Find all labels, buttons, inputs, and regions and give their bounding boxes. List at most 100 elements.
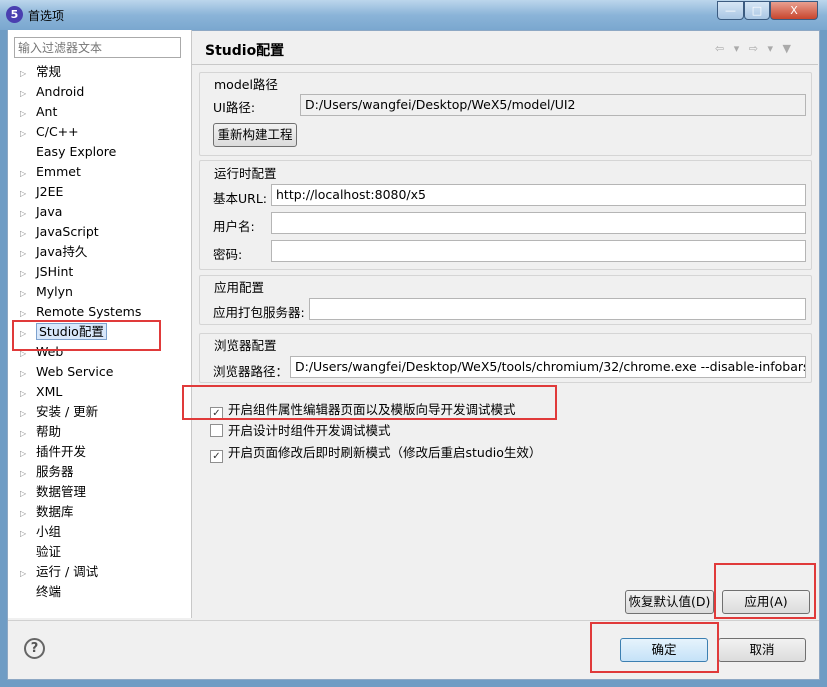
expand-arrow-icon[interactable]: ▷ [20, 445, 36, 463]
expand-arrow-icon[interactable]: ▷ [20, 465, 36, 483]
divider [192, 64, 818, 65]
expand-arrow-icon[interactable]: ▷ [20, 225, 36, 243]
tree-item-label: C/C++ [36, 124, 79, 139]
browser-path-label: 浏览器路径： [213, 364, 289, 379]
checkbox-icon[interactable] [210, 424, 223, 437]
expand-arrow-icon[interactable]: ▷ [20, 85, 36, 103]
expand-arrow-icon[interactable]: ▷ [20, 125, 36, 143]
tree-item[interactable]: ▷ 安装 / 更新 [20, 403, 98, 421]
tree-item-label: Java [36, 204, 63, 219]
tree-item[interactable]: ▷ 插件开发 [20, 443, 86, 461]
username-label: 用户名: [213, 219, 255, 234]
rebuild-project-button[interactable]: 重新构建工程 [213, 123, 297, 147]
tree-item[interactable]: ▷ 数据管理 [20, 483, 86, 501]
base-url-label: 基本URL: [213, 191, 268, 206]
expand-arrow-icon[interactable]: ▷ [20, 425, 36, 443]
tree-item-label: 验证 [36, 544, 62, 559]
checkbox-live-refresh[interactable]: ✓ 开启页面修改后即时刷新模式（修改后重启studio生效） [210, 442, 541, 463]
expand-arrow-icon[interactable]: ▷ [20, 185, 36, 203]
close-button[interactable]: X [770, 1, 818, 20]
highlight-box [714, 563, 816, 619]
tree-item[interactable]: ▷ Java持久 [20, 243, 87, 261]
checkbox-label: 开启页面修改后即时刷新模式（修改后重启studio生效） [228, 445, 542, 460]
tree-item[interactable]: 验证 [20, 543, 61, 561]
tree-item-label: Easy Explore [36, 144, 117, 159]
expand-arrow-icon[interactable]: ▷ [20, 365, 36, 383]
expand-arrow-icon[interactable]: ▷ [20, 505, 36, 523]
tree-item-label: J2EE [36, 184, 64, 199]
window-title: 首选项 [28, 9, 65, 23]
maximize-button[interactable]: □ [744, 1, 770, 20]
cancel-button[interactable]: 取消 [718, 638, 806, 662]
expand-arrow-icon[interactable]: ▷ [20, 265, 36, 283]
password-input[interactable] [271, 240, 806, 262]
minimize-button[interactable]: — [717, 1, 744, 20]
navigation-arrows-icon[interactable]: ⇦ ▾ ⇨ ▾ ▼ [715, 42, 794, 55]
tree-item[interactable]: ▷ XML [20, 383, 62, 401]
tree-item-label: 帮助 [36, 424, 62, 439]
pack-server-input[interactable] [309, 298, 806, 320]
browser-path-input[interactable]: D:/Users/wangfei/Desktop/WeX5/tools/chro… [290, 356, 806, 378]
checkbox-design-debug[interactable]: 开启设计时组件开发调试模式 [210, 420, 391, 439]
title-bar: 5 首选项 — □ X [0, 0, 827, 30]
tree-item-label: JavaScript [36, 224, 99, 239]
expand-arrow-icon[interactable]: ▷ [20, 485, 36, 503]
group-label: 运行时配置 [214, 166, 277, 181]
tree-item[interactable]: ▷ 帮助 [20, 423, 61, 441]
help-icon[interactable]: ? [24, 638, 45, 659]
tree-item-label: JSHint [36, 264, 74, 279]
group-label: 应用配置 [214, 280, 265, 295]
tree-item[interactable]: ▷ Remote Systems [20, 303, 141, 321]
tree-item-label: 数据库 [36, 504, 74, 519]
tree-item[interactable]: ▷ JavaScript [20, 223, 99, 241]
password-label: 密码: [213, 247, 243, 262]
tree-item-label: Ant [36, 104, 58, 119]
ui-path-field[interactable]: D:/Users/wangfei/Desktop/WeX5/model/UI2 [300, 94, 806, 116]
expand-arrow-icon[interactable]: ▷ [20, 285, 36, 303]
tree-item[interactable]: Easy Explore [20, 143, 116, 161]
username-input[interactable] [271, 212, 806, 234]
tree-item-label: XML [36, 384, 63, 399]
expand-arrow-icon[interactable]: ▷ [20, 205, 36, 223]
filter-input[interactable] [14, 37, 181, 58]
tree-item[interactable]: ▷ Web Service [20, 363, 113, 381]
tree-item[interactable]: ▷ Mylyn [20, 283, 73, 301]
tree-item[interactable]: ▷ 常规 [20, 63, 61, 81]
tree-item-label: 插件开发 [36, 444, 87, 459]
expand-arrow-icon[interactable]: ▷ [20, 525, 36, 543]
tree-item[interactable]: ▷ Ant [20, 103, 57, 121]
tree-item[interactable]: ▷ J2EE [20, 183, 63, 201]
tree-item[interactable]: ▷ Java [20, 203, 62, 221]
expand-arrow-icon[interactable]: ▷ [20, 565, 36, 583]
expand-arrow-icon[interactable]: ▷ [20, 105, 36, 123]
tree-item[interactable]: 终端 [20, 583, 61, 601]
tree-item[interactable]: ▷ Emmet [20, 163, 81, 181]
tree-item-label: Remote Systems [36, 304, 142, 319]
tree-item-label: 小组 [36, 524, 62, 539]
expand-arrow-icon[interactable]: ▷ [20, 165, 36, 183]
expand-arrow-icon[interactable]: ▷ [20, 65, 36, 83]
tree-item-label: 常规 [36, 64, 62, 79]
tree-item[interactable]: ▷ Android [20, 83, 84, 101]
app-icon: 5 [6, 6, 23, 23]
highlight-box [12, 320, 161, 351]
tree-item-label: Web Service [36, 364, 114, 379]
group-label: 浏览器配置 [214, 338, 277, 353]
tree-item[interactable]: ▷ 数据库 [20, 503, 74, 521]
tree-item[interactable]: ▷ 运行 / 调试 [20, 563, 98, 581]
tree-item[interactable]: ▷ 小组 [20, 523, 61, 541]
tree-item[interactable]: ▷ C/C++ [20, 123, 79, 141]
restore-defaults-button[interactable]: 恢复默认值(D) [625, 590, 714, 614]
expand-arrow-icon[interactable]: ▷ [20, 385, 36, 403]
expand-arrow-icon[interactable]: ▷ [20, 245, 36, 263]
expand-arrow-icon[interactable]: ▷ [20, 405, 36, 423]
pack-server-label: 应用打包服务器: [213, 305, 305, 320]
tree-item[interactable]: ▷ 服务器 [20, 463, 74, 481]
checkbox-icon[interactable]: ✓ [210, 450, 223, 463]
base-url-input[interactable]: http://localhost:8080/x5 [271, 184, 806, 206]
page-title: Studio配置 [205, 43, 285, 59]
tree-item-label: Android [36, 84, 85, 99]
tree-item-label: Mylyn [36, 284, 73, 299]
highlight-box [182, 385, 557, 420]
tree-item[interactable]: ▷ JSHint [20, 263, 73, 281]
